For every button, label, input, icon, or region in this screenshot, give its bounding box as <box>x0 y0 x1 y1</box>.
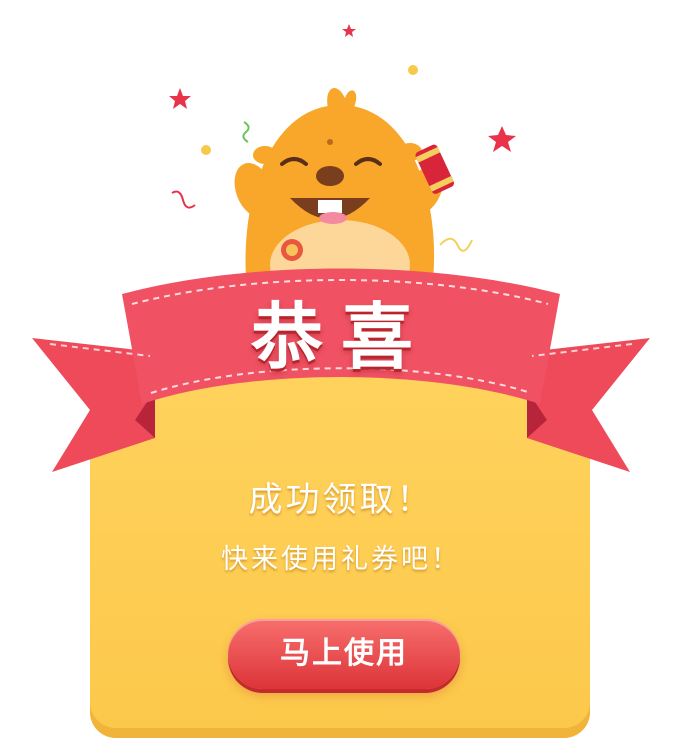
mascot-tongue <box>319 212 347 224</box>
mascot-tuft <box>327 87 357 110</box>
mascot-ear-left <box>253 146 277 164</box>
confetti-dot <box>408 65 418 75</box>
star-icon <box>342 24 356 37</box>
mascot-nose <box>316 166 344 186</box>
congrats-title: 恭喜 <box>250 294 431 379</box>
success-message: 成功领取！ <box>248 480 434 520</box>
use-now-button[interactable]: 马上使用 <box>228 619 460 689</box>
mascot-forehead-dot <box>327 139 333 145</box>
use-coupon-message: 快来使用礼券吧！ <box>221 544 461 575</box>
mascot-teeth <box>318 200 342 213</box>
congrats-popup: 恭喜 成功领取！ 快来使用礼券吧！ 马上使用 <box>0 0 682 740</box>
